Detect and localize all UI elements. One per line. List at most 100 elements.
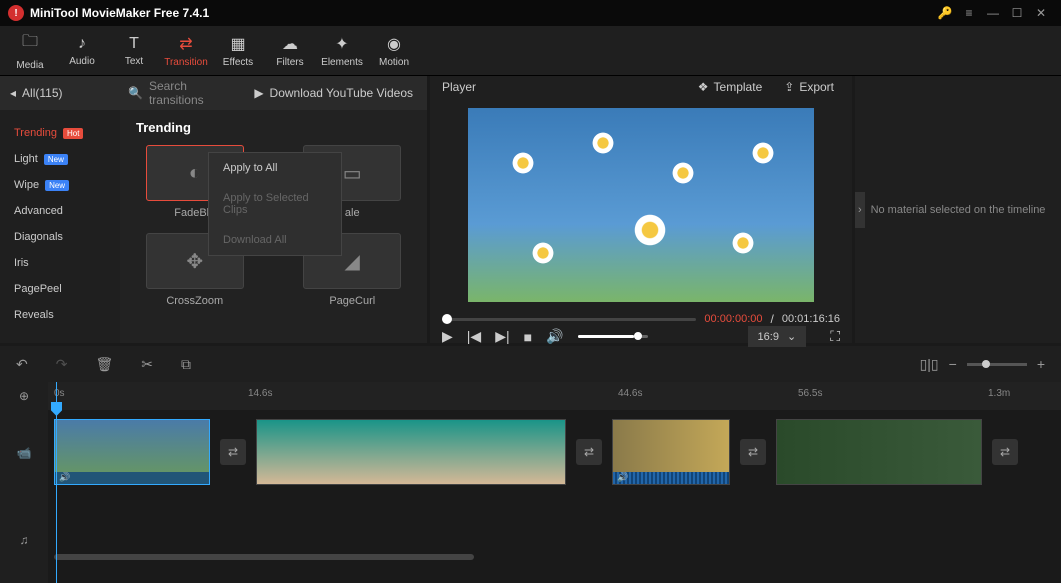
tab-text[interactable]: T Text: [108, 26, 160, 75]
next-frame-button[interactable]: ▶|: [495, 328, 509, 345]
delete-button[interactable]: 🗑: [95, 356, 113, 373]
zoom-out-button[interactable]: −: [949, 356, 957, 372]
transition-slot-4[interactable]: ⇄: [992, 439, 1018, 465]
clip-4[interactable]: [776, 419, 982, 485]
category-advanced[interactable]: Advanced: [0, 198, 120, 224]
timecode-current: 00:00:00:00: [704, 313, 762, 325]
template-icon: ❖: [698, 80, 709, 94]
category-light[interactable]: LightNew: [0, 146, 120, 172]
add-track-button[interactable]: ⊕: [0, 382, 48, 410]
export-button[interactable]: ⇪ Export: [778, 76, 840, 98]
export-label: Export: [799, 80, 834, 94]
tool-label: Text: [125, 56, 143, 67]
audio-icon: ♪: [78, 35, 86, 53]
zoom-in-button[interactable]: +: [1037, 356, 1045, 372]
tab-audio[interactable]: ♪ Audio: [56, 26, 108, 75]
category-diagonals[interactable]: Diagonals: [0, 224, 120, 250]
tab-transition[interactable]: ⇄Transition: [160, 26, 212, 75]
tab-filters[interactable]: ☁Filters: [264, 26, 316, 75]
seek-handle[interactable]: [442, 314, 452, 324]
tool-label: Elements: [321, 57, 363, 68]
category-wipe[interactable]: WipeNew: [0, 172, 120, 198]
transition-slot-2[interactable]: ⇄: [576, 439, 602, 465]
seek-bar[interactable]: [442, 318, 696, 321]
clip-3[interactable]: 🔊: [612, 419, 730, 485]
tab-motion[interactable]: ◉ Motion: [368, 26, 420, 75]
category-pagepeel[interactable]: PagePeel: [0, 276, 120, 302]
text-icon: T: [129, 35, 139, 53]
maximize-icon[interactable]: ☐: [1005, 1, 1029, 25]
player-title: Player: [442, 80, 682, 94]
upgrade-icon[interactable]: 🔑: [933, 1, 957, 25]
split-button[interactable]: ✂: [141, 356, 153, 373]
crop-button[interactable]: ⧉: [181, 356, 191, 373]
transition-label: ale: [345, 207, 360, 219]
elements-icon: ✦: [335, 34, 348, 54]
tab-elements[interactable]: ✦ Elements: [316, 26, 368, 75]
video-track-icon: 📹: [0, 410, 48, 497]
clip-1[interactable]: 🔊: [54, 419, 210, 485]
ctx-download-all: Download All: [209, 225, 341, 255]
filters-icon: ☁: [282, 34, 298, 54]
chevron-down-icon: ⌄: [787, 330, 796, 343]
ctx-apply-all[interactable]: Apply to All: [209, 153, 341, 183]
speaker-icon: 🔊: [59, 472, 70, 483]
undo-button[interactable]: ↶: [16, 356, 28, 373]
stop-button[interactable]: ■: [524, 329, 532, 345]
audio-track-icon: ♫: [0, 497, 48, 583]
aspect-ratio-select[interactable]: 16:9 ⌄: [748, 326, 807, 347]
close-icon[interactable]: ✕: [1029, 1, 1053, 25]
template-label: Template: [714, 80, 763, 94]
tool-label: Media: [16, 60, 43, 71]
transition-label: PageCurl: [329, 295, 375, 307]
timeline-ruler[interactable]: 0s14.6s44.6s56.5s1.3m: [48, 382, 1061, 410]
search-placeholder: Search transitions: [149, 79, 232, 107]
playhead[interactable]: [56, 382, 57, 583]
effects-icon: ▦: [230, 34, 245, 54]
volume-slider[interactable]: [578, 335, 648, 338]
ruler-mark: 56.5s: [798, 388, 822, 399]
volume-icon[interactable]: 🔊: [546, 328, 563, 345]
redo-button[interactable]: ↷: [56, 356, 68, 373]
download-youtube-label: Download YouTube Videos: [270, 86, 413, 100]
context-menu: Apply to All Apply to Selected Clips Dow…: [208, 152, 342, 256]
fullscreen-button[interactable]: ⛶: [830, 328, 840, 345]
timecode-duration: 00:01:16:16: [782, 313, 840, 325]
motion-icon: ◉: [387, 34, 401, 54]
zoom-fit-button[interactable]: ▯|▯: [920, 356, 939, 373]
template-button[interactable]: ❖ Template: [692, 76, 768, 98]
ruler-mark: 14.6s: [248, 388, 272, 399]
transition-slot-1[interactable]: ⇄: [220, 439, 246, 465]
minimize-icon[interactable]: —: [981, 1, 1005, 25]
menu-icon[interactable]: ≡: [957, 1, 981, 25]
no-selection-message: No material selected on the timeline: [871, 204, 1046, 216]
category-iris[interactable]: Iris: [0, 250, 120, 276]
collapse-right-button[interactable]: ›: [855, 192, 865, 228]
category-trending[interactable]: TrendingHot: [0, 120, 120, 146]
transition-icon: ⇄: [179, 34, 192, 54]
tool-label: Motion: [379, 57, 409, 68]
transition-slot-3[interactable]: ⇄: [740, 439, 766, 465]
search-icon: 🔍: [128, 86, 143, 100]
video-track[interactable]: 🔊 ⇄ ⇄ 🔊 ⇄ ⇄: [48, 410, 1061, 494]
tab-media[interactable]: 🗀Media: [4, 26, 56, 75]
ctx-apply-selected: Apply to Selected Clips: [209, 183, 341, 225]
badge: New: [45, 180, 69, 191]
search-input[interactable]: 🔍 Search transitions: [120, 79, 240, 107]
app-logo: !: [8, 5, 24, 21]
zoom-slider[interactable]: [967, 363, 1027, 366]
tool-label: Audio: [69, 56, 95, 67]
category-reveals[interactable]: Reveals: [0, 302, 120, 328]
tab-effects[interactable]: ▦Effects: [212, 26, 264, 75]
download-youtube-button[interactable]: ▶ Download YouTube Videos: [240, 86, 427, 100]
clip-2[interactable]: [256, 419, 566, 485]
all-filter-button[interactable]: ◂ All(115): [0, 86, 120, 100]
badge: Hot: [63, 128, 83, 139]
prev-frame-button[interactable]: |◀: [467, 328, 481, 345]
horizontal-scrollbar[interactable]: [48, 554, 1061, 562]
app-title: MiniTool MovieMaker Free 7.4.1: [30, 6, 933, 20]
grid-title: Trending: [136, 120, 411, 135]
audio-track[interactable]: [48, 494, 1061, 554]
play-button[interactable]: ▶: [442, 328, 453, 345]
badge: New: [44, 154, 68, 165]
